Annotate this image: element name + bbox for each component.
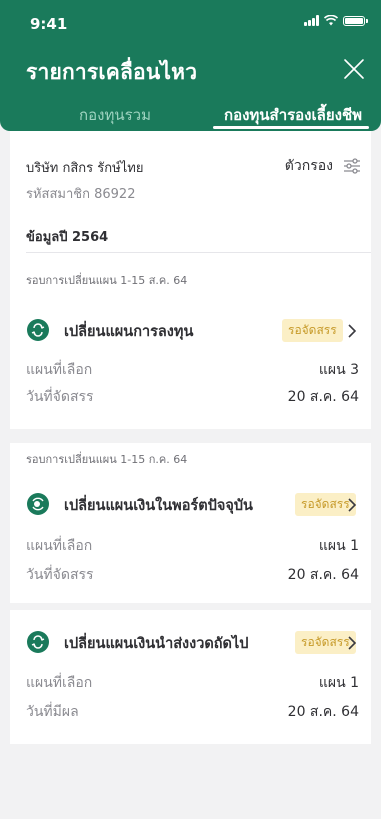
tab-mutual-funds[interactable]: กองทุนรวม <box>40 103 190 127</box>
member-info-card: บริษัท กสิกร รักษ์ไทย รหัสสมาชิก 86922 ต… <box>10 131 371 253</box>
row-label: วันที่จัดสรร <box>26 567 94 583</box>
row-value: 20 ส.ค. 64 <box>287 389 359 405</box>
chevron-right-icon[interactable] <box>345 498 359 512</box>
row-value: แผน 3 <box>318 362 359 378</box>
page-title: รายการเคลื่อนไหว <box>26 60 198 84</box>
row-value: แผน 1 <box>318 538 359 554</box>
row-label: วันที่มีผล <box>26 704 79 720</box>
chevron-right-icon[interactable] <box>345 324 359 338</box>
wifi-icon <box>324 15 338 26</box>
exchange-icon <box>27 631 49 653</box>
battery-icon <box>343 15 368 26</box>
coins-icon <box>27 493 49 515</box>
status-icons <box>304 15 368 26</box>
item-title: เปลี่ยนแผนเงินในพอร์ตปัจจุบัน <box>64 498 253 514</box>
filter-icon <box>344 158 360 174</box>
tab-bar: กองทุนรวม กองทุนสำรองเลี้ยงชีพ <box>0 100 381 131</box>
company-name: บริษัท กสิกร รักษ์ไทย <box>26 161 144 176</box>
exchange-icon <box>27 319 49 341</box>
list-item[interactable]: เปลี่ยนแผนเงินในพอร์ตปัจจุบัน รอจัดสรร แ… <box>10 471 371 603</box>
status-time: 9:41 <box>30 15 68 33</box>
section-heading: รอบการเปลี่ยนแผน 1-15 ก.ค. 64 <box>26 453 188 466</box>
list-item[interactable]: เปลี่ยนแผนเงินนำส่งงวดถัดไป รอจัดสรร แผน… <box>10 610 371 744</box>
item-title: เปลี่ยนแผนเงินนำส่งงวดถัดไป <box>64 636 249 652</box>
row-value: 20 ส.ค. 64 <box>287 567 359 583</box>
status-badge: รอจัดสรร <box>282 319 343 342</box>
list-item[interactable]: เปลี่ยนแผนการลงทุน รอจัดสรร แผนที่เลือก … <box>10 297 371 429</box>
row-value: 20 ส.ค. 64 <box>287 704 359 720</box>
member-number: รหัสสมาชิก 86922 <box>26 187 136 202</box>
filter-label: ตัวกรอง <box>284 158 333 174</box>
app-header: 9:41 รายการเคลื่อนไหว กองทุนรวม กองทุนสำ… <box>0 0 381 131</box>
row-label: แผนที่เลือก <box>26 675 93 691</box>
item-title: เปลี่ยนแผนการลงทุน <box>64 324 194 340</box>
row-label: แผนที่เลือก <box>26 538 93 554</box>
data-year: ข้อมูลปี 2564 <box>26 230 109 245</box>
signal-icon <box>304 15 319 26</box>
active-tab-indicator <box>213 126 369 129</box>
row-value: แผน 1 <box>318 675 359 691</box>
tab-provident-fund[interactable]: กองทุนสำรองเลี้ยงชีพ <box>213 103 373 127</box>
chevron-right-icon[interactable] <box>345 636 359 650</box>
row-label: แผนที่เลือก <box>26 362 93 378</box>
section-heading: รอบการเปลี่ยนแผน 1-15 ส.ค. 64 <box>26 274 188 287</box>
close-icon[interactable] <box>341 56 367 82</box>
filter-button[interactable]: ตัวกรอง <box>285 155 361 177</box>
row-label: วันที่จัดสรร <box>26 389 94 405</box>
